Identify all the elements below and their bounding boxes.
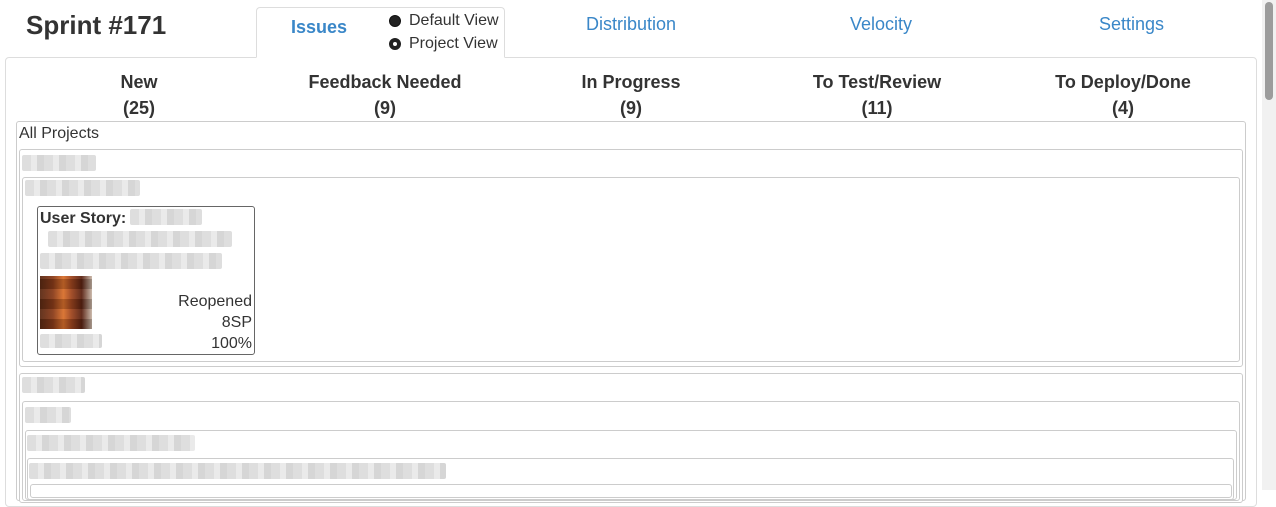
assignee-avatar (40, 276, 92, 329)
issue-progress: 100% (211, 335, 252, 352)
column-title: In Progress (581, 72, 681, 92)
tab-issues[interactable]: Issues Default View Project View (256, 7, 505, 58)
project-view-option[interactable]: Project View (389, 35, 498, 53)
redacted-project-name (22, 155, 96, 171)
nested-group (30, 484, 1232, 498)
page-scrollbar[interactable] (1262, 0, 1276, 490)
column-title: Feedback Needed (308, 72, 462, 92)
column-title: New (120, 72, 158, 92)
redacted-subproject-name (25, 407, 71, 423)
column-count: (11) (861, 98, 893, 118)
column-count: (25) (122, 98, 155, 118)
redacted-issue-title (48, 231, 232, 247)
column-header-in-progress: In Progress (9) (508, 69, 754, 121)
column-header-feedback-needed: Feedback Needed (9) (262, 69, 508, 121)
column-title: To Test/Review (812, 72, 942, 92)
issue-card[interactable]: User Story: Reopened 8SP 100% (37, 206, 255, 355)
redacted-subproject-name (25, 180, 140, 196)
tab-bar: Issues Default View Project View Distrib… (0, 0, 1262, 58)
tab-velocity[interactable]: Velocity (850, 14, 912, 35)
all-projects-label: All Projects (19, 125, 100, 142)
tab-distribution[interactable]: Distribution (586, 14, 676, 35)
redacted-assignee-name (40, 334, 102, 348)
redacted-issue-title-2 (40, 253, 222, 269)
issue-type-label: User Story: (40, 210, 127, 227)
tab-issues-label[interactable]: Issues (291, 17, 347, 38)
redacted-group-name (27, 435, 195, 451)
redacted-group-name (29, 463, 446, 479)
redacted-project-name (22, 377, 85, 393)
default-view-radio[interactable] (389, 15, 401, 27)
column-header-new: New (25) (16, 69, 262, 121)
scrollbar-thumb[interactable] (1265, 2, 1273, 100)
column-title: To Deploy/Done (1055, 72, 1191, 92)
issue-status: Reopened (178, 293, 252, 310)
default-view-label[interactable]: Default View (409, 12, 499, 30)
column-header-to-deploy-done: To Deploy/Done (4) (1000, 69, 1246, 121)
issue-meta: Reopened 8SP 100% (178, 291, 252, 354)
column-count: (9) (620, 98, 642, 118)
column-count: (9) (374, 98, 396, 118)
project-view-label[interactable]: Project View (409, 35, 498, 53)
column-count: (4) (1112, 98, 1134, 118)
issue-story-points: 8SP (221, 314, 252, 331)
project-view-radio[interactable] (389, 38, 401, 50)
redacted-issue-id (130, 209, 202, 225)
default-view-option[interactable]: Default View (389, 12, 499, 30)
tab-settings[interactable]: Settings (1099, 14, 1164, 35)
column-header-to-test-review: To Test/Review (11) (754, 69, 1000, 121)
